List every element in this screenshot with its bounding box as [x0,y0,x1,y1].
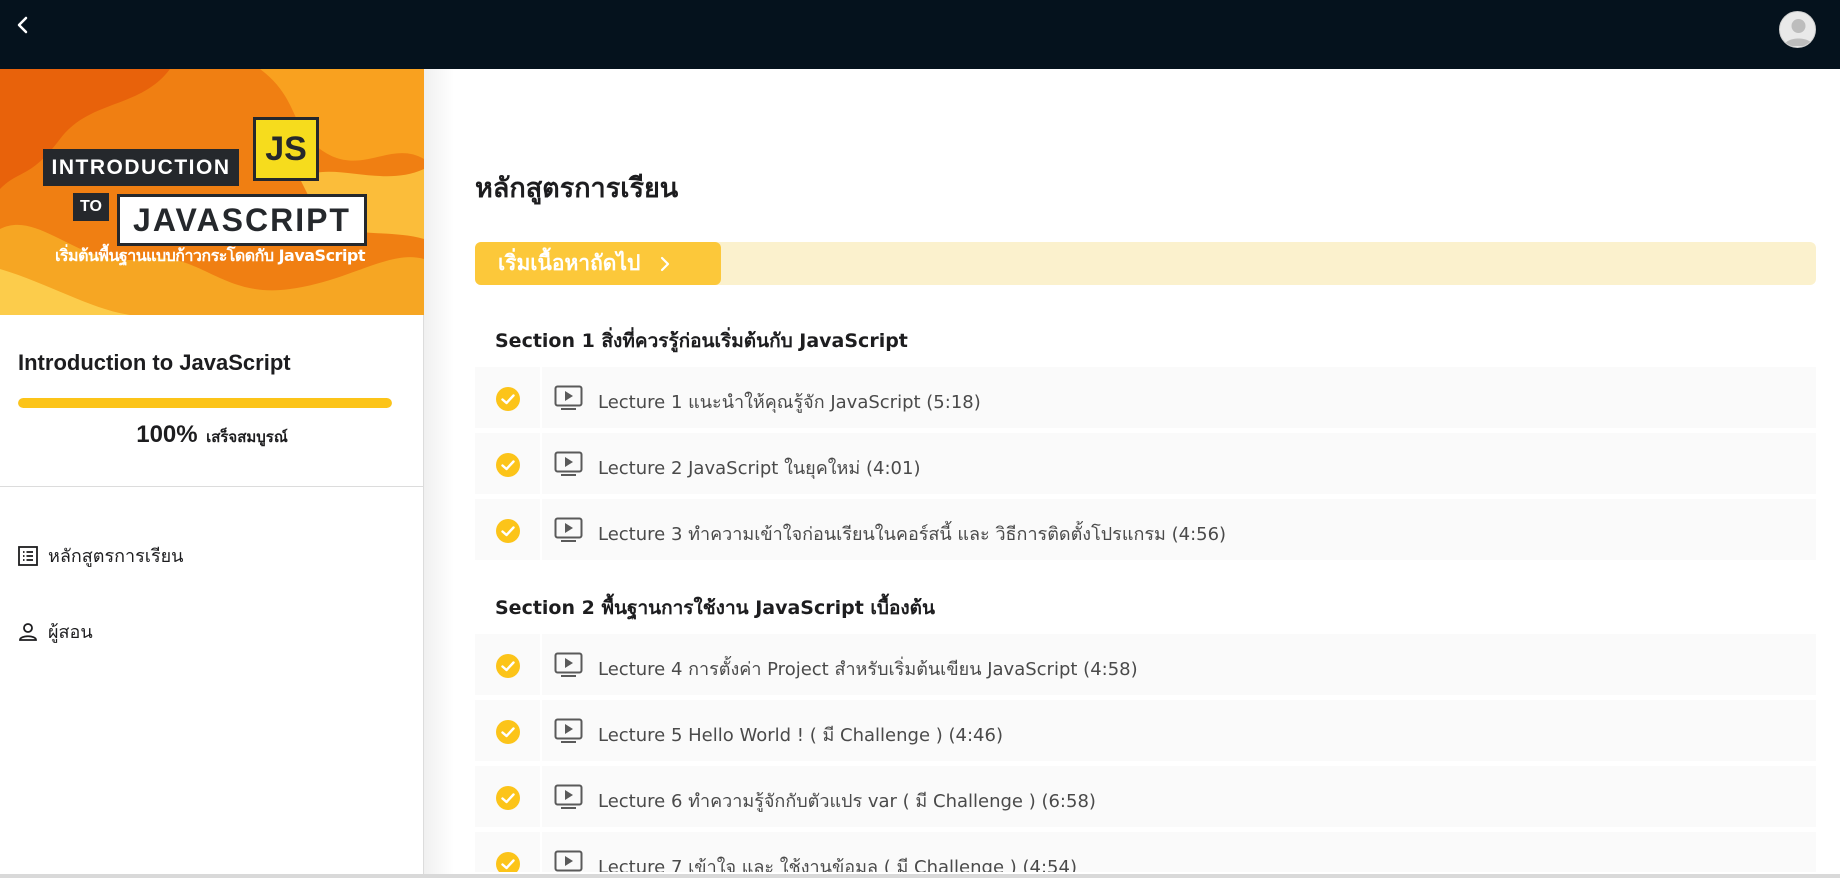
divider [540,634,542,697]
check-circle-icon [496,654,520,678]
check-circle-icon [496,786,520,810]
check-circle-icon [496,720,520,744]
lecture-row[interactable]: Lecture 2 JavaScript ในยุคใหม่ (4:01) [475,433,1816,496]
progress-label: เสร็จสมบูรณ์ [206,428,288,446]
sidebar-item-label: ผู้สอน [48,622,93,643]
course-banner-image: INTRODUCTION TO JS JAVASCRIPT เริ่มต้นพื… [0,69,424,315]
video-play-icon [554,718,583,743]
lecture-row[interactable]: Lecture 6 ทำความรู้จักกับตัวแปร var ( มี… [475,766,1816,829]
user-avatar[interactable] [1779,11,1816,48]
horizontal-scrollbar[interactable] [0,874,1840,878]
section-title: Section 2 พื้นฐานการใช้งาน JavaScript เบ… [495,597,936,619]
sidebar-item-curriculum[interactable]: หลักสูตรการเรียน [16,541,183,570]
check-circle-icon [496,852,520,872]
progress-bar-fill [18,398,392,408]
lecture-title: Lecture 3 ทำความเข้าใจก่อนเรียนในคอร์สนี… [598,524,1227,545]
progress-percent: 100% [136,421,198,448]
check-circle-icon [496,387,520,411]
lecture-row[interactable]: Lecture 4 การตั้งค่า Project สำหรับเริ่ม… [475,634,1816,697]
lecture-row[interactable]: Lecture 1 แนะนำให้คุณรู้จัก JavaScript (… [475,367,1816,430]
lecture-row[interactable]: Lecture 7 เข้าใจ และ ใช้งานข้อมูล ( มี C… [475,832,1816,874]
video-play-icon [554,517,583,542]
divider [540,700,542,763]
lecture-title: Lecture 1 แนะนำให้คุณรู้จัก JavaScript (… [598,392,981,413]
divider [540,367,542,430]
banner-tagline: เริ่มต้นพื้นฐานแบบก้าวกระโดดกับ JavaScri… [54,246,366,265]
banner-background [0,69,424,315]
divider [540,433,542,496]
lecture-row[interactable]: Lecture 5 Hello World ! ( มี Challenge )… [475,700,1816,763]
chevron-left-icon [17,16,28,34]
content-shadow [424,69,454,876]
page-title: หลักสูตรการเรียน [475,173,679,204]
video-play-icon [554,385,583,410]
lecture-title: Lecture 5 Hello World ! ( มี Challenge )… [598,725,1003,746]
video-play-icon [554,451,583,476]
course-title: Introduction to JavaScript [18,350,291,375]
top-bar [0,0,1840,69]
user-avatar-icon [1784,19,1813,46]
sidebar-item-instructor[interactable]: ผู้สอน [16,617,93,646]
list-icon [18,545,38,566]
chevron-right-icon [661,256,670,271]
sidebar-item-label: หลักสูตรการเรียน [48,546,184,567]
lecture-title: Lecture 7 เข้าใจ และ ใช้งานข้อมูล ( มี C… [598,857,1077,874]
section-title: Section 1 สิ่งที่ควรรู้ก่อนเริ่มต้นกับ J… [495,330,908,352]
divider [540,499,542,562]
sidebar: INTRODUCTION TO JS JAVASCRIPT เริ่มต้นพื… [0,69,424,876]
check-circle-icon [496,519,520,543]
lecture-title: Lecture 6 ทำความรู้จักกับตัวแปร var ( มี… [598,791,1096,812]
divider [540,832,542,872]
progress-status: 100% เสร็จสมบูรณ์ [0,421,424,449]
progress-bar [18,398,392,408]
next-content-label: เริ่มเนื้อหาถัดไป [498,251,641,275]
lecture-title: Lecture 4 การตั้งค่า Project สำหรับเริ่ม… [598,659,1138,680]
back-button[interactable] [10,12,36,38]
video-play-icon [554,652,583,677]
check-circle-icon [496,453,520,477]
banner-title-javascript: JAVASCRIPT [117,194,367,246]
banner-title-introduction: INTRODUCTION [43,149,239,186]
banner-title-to: TO [73,193,109,221]
sidebar-divider [0,486,424,487]
divider [540,766,542,829]
banner-js-badge: JS [253,117,319,181]
lecture-row[interactable]: Lecture 3 ทำความเข้าใจก่อนเรียนในคอร์สนี… [475,499,1816,562]
person-icon [19,622,37,641]
next-content-button[interactable]: เริ่มเนื้อหาถัดไป [475,242,721,285]
video-play-icon [554,784,583,809]
lecture-title: Lecture 2 JavaScript ในยุคใหม่ (4:01) [598,458,921,479]
video-play-icon [554,850,583,872]
